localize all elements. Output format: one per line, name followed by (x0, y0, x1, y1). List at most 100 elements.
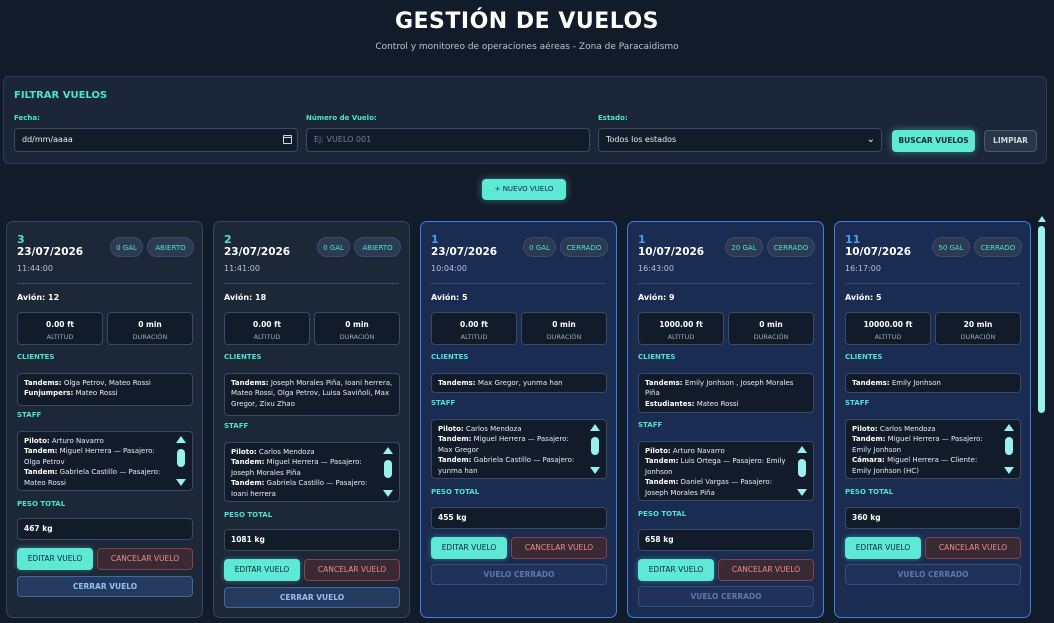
total-weight-label: PESO TOTAL (17, 500, 66, 508)
staff-scrollbar[interactable] (1003, 422, 1017, 476)
status-select[interactable]: Todos los estados ⌄ (598, 128, 882, 152)
duration-stat: 0 min DURACIÓN (521, 312, 607, 345)
client-names: Mateo Rossi (694, 399, 739, 408)
scroll-down-arrow-icon[interactable] (176, 479, 186, 486)
edit-flight-button[interactable]: EDITAR VUELO (17, 548, 93, 570)
staff-role: Piloto: (231, 448, 257, 456)
scroll-down-arrow-icon[interactable] (383, 490, 393, 497)
scroll-up-arrow-icon[interactable] (383, 447, 393, 454)
altitude-label: ALTITUD (667, 333, 695, 341)
altitude-value: 0.00 ft (460, 320, 488, 329)
staff-box: Piloto: Carlos Mendoza Tandem: Miguel Her… (431, 419, 607, 479)
staff-box: Piloto: Carlos Mendoza Tandem: Miguel Her… (224, 442, 400, 502)
scrollbar-thumb[interactable] (384, 460, 392, 478)
flight-date: 10/07/2026 (638, 246, 705, 258)
staff-role: Tandem: (852, 435, 886, 444)
staff-line: Tandem: Miguel Herrera — Pasajero: Josep… (231, 457, 377, 478)
staff-role: Piloto: (645, 447, 671, 455)
close-flight-button[interactable]: CERRAR VUELO (224, 587, 400, 608)
flight-id: 3 (17, 233, 25, 246)
search-flights-button[interactable]: BUSCAR VUELOS (892, 130, 975, 152)
scrollbar-thumb[interactable] (798, 459, 806, 477)
client-names: Emily Jonhson (889, 379, 941, 387)
staff-line: Piloto: Carlos Mendoza (852, 424, 998, 434)
staff-scrollbar[interactable] (796, 444, 810, 498)
staff-role: Tandem: (645, 478, 679, 487)
filter-title: FILTRAR VUELOS (14, 90, 108, 101)
cancel-flight-button[interactable]: CANCELAR VUELO (718, 559, 814, 581)
client-line: Tandems: Emily Jonhson (852, 378, 1015, 388)
scroll-up-arrow-icon[interactable] (1038, 216, 1046, 222)
duration-value: 20 min (963, 320, 993, 329)
staff-role: Tandem: (24, 468, 58, 477)
scroll-up-arrow-icon[interactable] (176, 436, 186, 443)
staff-line: Tandem: Miguel Herrera — Pasajero: Emily… (852, 434, 998, 455)
edit-flight-button[interactable]: EDITAR VUELO (638, 559, 714, 581)
client-type: Tandems: (645, 379, 683, 387)
card-divider (638, 283, 813, 284)
page-scrollbar-thumb[interactable] (1038, 226, 1045, 413)
edit-flight-button[interactable]: EDITAR VUELO (431, 537, 507, 559)
clients-box: Tandems: Emily Jonhson (845, 373, 1021, 393)
cancel-flight-button[interactable]: CANCELAR VUELO (97, 548, 193, 570)
edit-flight-button[interactable]: EDITAR VUELO (224, 559, 300, 581)
altitude-value: 0.00 ft (46, 320, 74, 329)
scroll-up-arrow-icon[interactable] (797, 446, 807, 453)
edit-flight-button[interactable]: EDITAR VUELO (845, 537, 921, 559)
staff-line: Piloto: Carlos Mendoza (231, 447, 377, 457)
duration-value: 0 min (759, 320, 783, 329)
altitude-stat: 0.00 ft ALTITUD (431, 312, 517, 345)
staff-line: Tandem: Miguel Herrera — Pasajero: Olga … (24, 446, 170, 467)
card-divider (845, 283, 1020, 284)
cancel-flight-button[interactable]: CANCELAR VUELO (304, 559, 400, 581)
duration-stat: 0 min DURACIÓN (107, 312, 193, 345)
scroll-down-arrow-icon[interactable] (1004, 467, 1014, 474)
page-title: GESTIÓN DE VUELOS (394, 9, 660, 34)
plane-label: Avión: 9 (638, 293, 675, 302)
scrollbar-thumb[interactable] (591, 437, 599, 455)
scrollbar-thumb[interactable] (177, 449, 185, 467)
status-select-value: Todos los estados (606, 135, 677, 144)
flight-number-label: Número de Vuelo: (306, 114, 377, 122)
status-badge: ABIERTO (147, 237, 194, 257)
flight-time: 11:41:00 (224, 264, 260, 273)
client-line: Funjumpers: Mateo Rossi (24, 388, 187, 398)
status-badge: CERRADO (560, 237, 608, 257)
clients-label: CLIENTES (638, 353, 676, 361)
altitude-label: ALTITUD (46, 333, 74, 341)
close-flight-button[interactable]: CERRAR VUELO (17, 576, 193, 597)
plane-label: Avión: 5 (845, 293, 882, 302)
flight-card: 2 23/07/2026 11:41:00 0 GAL ABIERTO Avión: 18… (213, 221, 410, 618)
card-divider (224, 283, 399, 284)
fuel-badge: 0 GAL (110, 237, 143, 257)
flight-id: 1 (638, 233, 646, 246)
flight-id: 11 (845, 233, 861, 246)
status-badge: CERRADO (767, 237, 815, 257)
staff-scrollbar[interactable] (175, 434, 189, 488)
scroll-up-arrow-icon[interactable] (1004, 424, 1014, 431)
clear-filters-button[interactable]: LIMPIAR (984, 130, 1037, 152)
cancel-flight-button[interactable]: CANCELAR VUELO (925, 537, 1021, 559)
flight-number-input[interactable]: Ej: VUELO 001 (306, 128, 590, 152)
staff-label: STAFF (638, 421, 663, 429)
staff-scrollbar[interactable] (382, 445, 396, 499)
cancel-flight-button[interactable]: CANCELAR VUELO (511, 537, 607, 559)
calendar-icon[interactable] (283, 135, 292, 144)
status-label: Estado: (598, 114, 628, 122)
staff-scrollbar[interactable] (589, 422, 603, 476)
scroll-down-arrow-icon[interactable] (590, 467, 600, 474)
date-input[interactable]: dd/mm/aaaa (14, 128, 298, 152)
altitude-label: ALTITUD (253, 333, 281, 341)
client-line: Tandems: Joseph Morales Piña, Ioani herr… (231, 378, 394, 409)
staff-line: Piloto: Arturo Navarro (24, 436, 170, 446)
duration-stat: 0 min DURACIÓN (728, 312, 814, 345)
scrollbar-thumb[interactable] (1005, 437, 1013, 455)
new-flight-button[interactable]: + NUEVO VUELO (482, 179, 566, 200)
page-scrollbar[interactable] (1036, 214, 1048, 623)
scroll-up-arrow-icon[interactable] (590, 424, 600, 431)
flight-closed-button: VUELO CERRADO (845, 564, 1021, 585)
flight-card: 1 23/07/2026 10:04:00 0 GAL CERRADO Avión: 5 0… (420, 221, 617, 618)
scroll-down-arrow-icon[interactable] (797, 489, 807, 496)
flight-id: 2 (224, 233, 232, 246)
staff-role: Tandem: (438, 456, 472, 465)
